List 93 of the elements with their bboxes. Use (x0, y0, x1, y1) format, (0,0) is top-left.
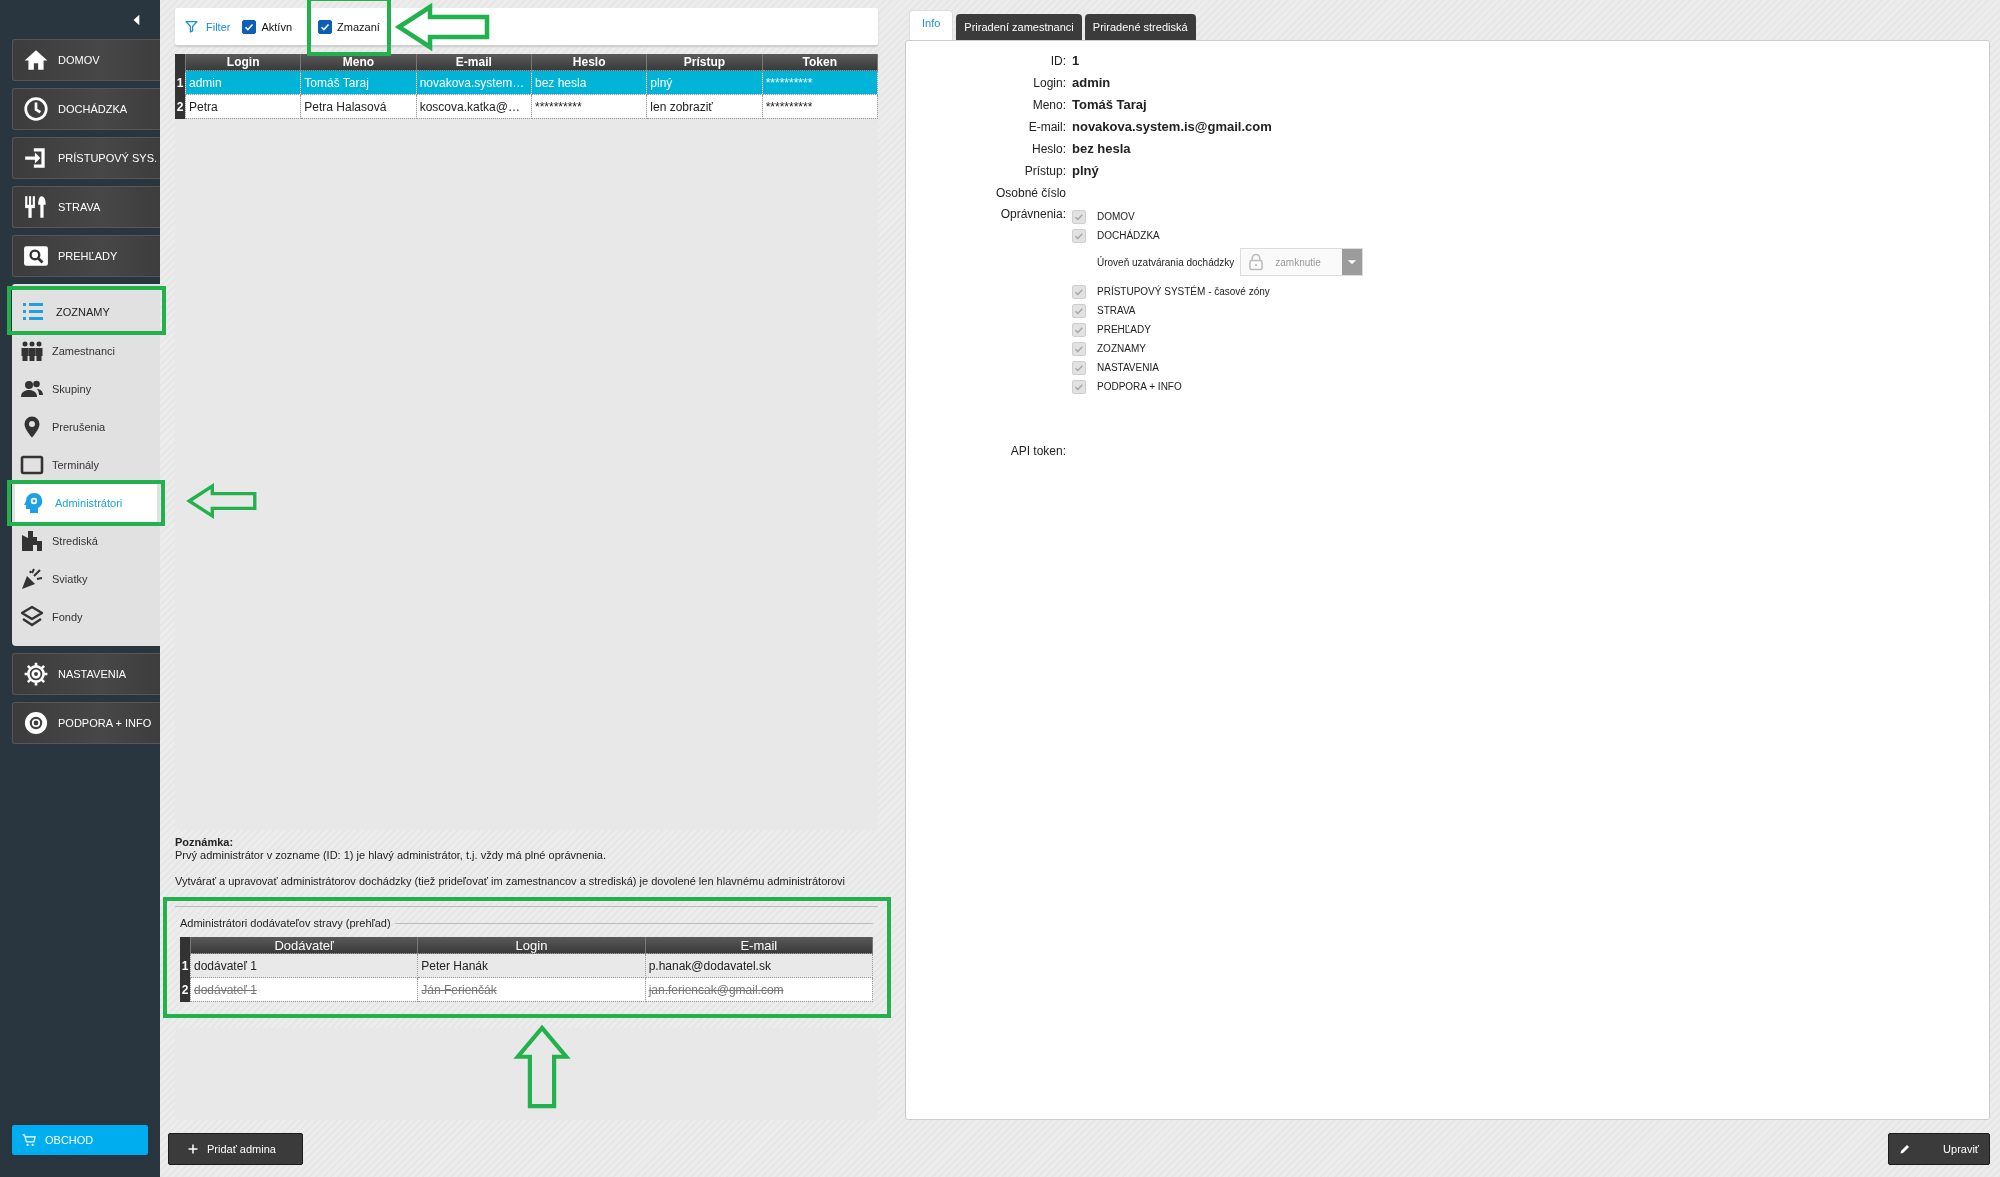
tab[interactable]: Info (909, 10, 954, 40)
table-cell: len zobraziť (646, 94, 763, 119)
filter-button[interactable]: Filter (185, 20, 231, 33)
table-cell: ********** (762, 70, 878, 95)
party-popper-icon (20, 567, 44, 591)
filter-icon (185, 20, 198, 33)
note-title: Poznámka: (175, 836, 235, 849)
field-label: Meno: (1031, 97, 1066, 114)
edit-button[interactable]: Upraviť (1888, 1132, 1990, 1165)
cart-icon (22, 1132, 37, 1148)
nav-button[interactable]: PODPORA + INFO (12, 702, 160, 744)
nav-button[interactable]: STRAVA (12, 186, 160, 228)
checkbox[interactable]: Zmazaní (318, 19, 380, 34)
table-row[interactable]: 1 dodávateľ 1 Peter Hanák p.hanak@dodavatel.sk (180, 953, 873, 978)
table-cell: dodávateľ 1 (190, 953, 418, 978)
nav-item[interactable]: Fondy (12, 598, 160, 636)
table-row[interactable]: 1 admin Tomáš Taraj novakova.system… bez hesla plný ********** (175, 70, 878, 95)
field-label: Login: (1032, 75, 1066, 92)
table-cell: Petra (185, 94, 301, 119)
layers-icon (20, 605, 44, 629)
table-cell: p.hanak@dodavatel.sk (645, 953, 873, 978)
field-label: Oprávnenia: (999, 206, 1066, 223)
note-text: Vytvárať a upravovať administrátorov dochádzky (tiež prideľovať im zamestnancov a strediská) je dovolené len hlavnému administrátorovi (175, 875, 846, 888)
field-label: API token: (1009, 443, 1066, 460)
field-value: admin (1072, 74, 1112, 92)
field-label: Heslo: (1031, 141, 1066, 158)
lifebuoy-icon (23, 710, 49, 736)
column-header[interactable]: Token (762, 54, 878, 71)
row-number: 2 (175, 94, 186, 119)
column-header[interactable]: Login (417, 937, 646, 954)
people-icon (20, 339, 44, 363)
field-label: ID: (1049, 53, 1066, 70)
table-cell: plný (646, 70, 763, 95)
table-cell: koscova.katka@… (416, 94, 532, 119)
table-cell: Petra Halasová (300, 94, 417, 119)
column-header[interactable]: E-mail (416, 54, 532, 71)
field-value: bez hesla (1072, 140, 1132, 158)
column-header[interactable]: Heslo (531, 54, 647, 71)
table-cell: Tomáš Taraj (300, 70, 417, 95)
nav-button[interactable]: PREHĽADY (12, 235, 160, 277)
row-number: 2 (180, 977, 191, 1002)
nav-button[interactable]: DOMOV (12, 39, 160, 81)
clock-icon (23, 96, 49, 122)
tab[interactable]: Priradení zamestnanci (956, 14, 1082, 40)
table-cell: admin (185, 70, 301, 95)
table-row[interactable]: 2 Petra Petra Halasová koscova.katka@… ********** len zobraziť ********** (175, 94, 878, 119)
nav-button[interactable]: DOCHÁDZKA (12, 88, 160, 130)
column-header[interactable]: Dodávateľ (190, 937, 418, 954)
field-value: plný (1072, 162, 1100, 180)
table-row[interactable]: 2 dodávateľ 1 Ján Ferienčák jan.feriencak@gmail.com (180, 977, 873, 1002)
settings-icon (23, 661, 49, 687)
field-value: novakova.system.is@gmail.com (1072, 118, 1273, 136)
tab[interactable]: Priradené strediská (1084, 14, 1196, 40)
field-value: Tomáš Taraj (1072, 96, 1148, 114)
tablet-icon (20, 453, 44, 477)
plus-icon (187, 1142, 199, 1155)
nav-item[interactable]: Prerušenia (12, 408, 160, 446)
column-header[interactable]: Prístup (646, 54, 763, 71)
field-label: E-mail: (1027, 119, 1066, 136)
table-cell: ********** (762, 94, 878, 119)
group-title: Administrátori dodávateľov stravy (prehľad) (180, 917, 391, 929)
table-cell: dodávateľ 1 (190, 977, 418, 1002)
checkbox[interactable]: Aktívn (242, 19, 293, 34)
nav-item[interactable]: Zamestnanci (12, 332, 160, 370)
nav-item[interactable]: Strediská (12, 522, 160, 560)
table-cell: novakova.system… (416, 70, 532, 95)
dropdown-value: zamknutie (1275, 256, 1322, 268)
table-cell: Peter Hanák (417, 953, 646, 978)
row-number: 1 (180, 953, 191, 978)
field-label: Osobné číslo (994, 185, 1066, 202)
table-cell: bez hesla (531, 70, 647, 95)
nav-item[interactable]: Sviatky (12, 560, 160, 598)
nav-item[interactable]: Skupiny (12, 370, 160, 408)
select-label: Úroveň uzatvárania dochádzky (1097, 256, 1235, 268)
pencil-icon (1899, 1142, 1911, 1155)
column-header[interactable]: E-mail (645, 937, 873, 954)
search-icon (23, 243, 49, 269)
nav-button[interactable]: PRÍSTUPOVÝ SYS. (12, 137, 160, 179)
column-header[interactable]: Login (185, 54, 301, 71)
table-cell: jan.feriencak@gmail.com (645, 977, 873, 1002)
factory-icon (20, 529, 44, 553)
table-cell: ********** (531, 94, 647, 119)
lock-icon (1247, 253, 1266, 271)
nav-group-header[interactable]: ZOZNAMY (12, 292, 160, 332)
add-admin-button[interactable]: Pridať admina (168, 1132, 303, 1165)
nav-button[interactable]: NASTAVENIA (12, 653, 160, 695)
field-value: 1 (1072, 52, 1081, 70)
note-text: Prvý administrátor v zozname (ID: 1) je hlavý administrátor, t.j. vždy má plné oprávnenia. (175, 849, 607, 862)
cutlery-icon (23, 194, 49, 220)
field-label: Prístup: (1023, 163, 1066, 180)
table-cell: Ján Ferienčák (417, 977, 646, 1002)
nav-item[interactable]: Terminály (12, 446, 160, 484)
row-number: 1 (175, 70, 186, 95)
